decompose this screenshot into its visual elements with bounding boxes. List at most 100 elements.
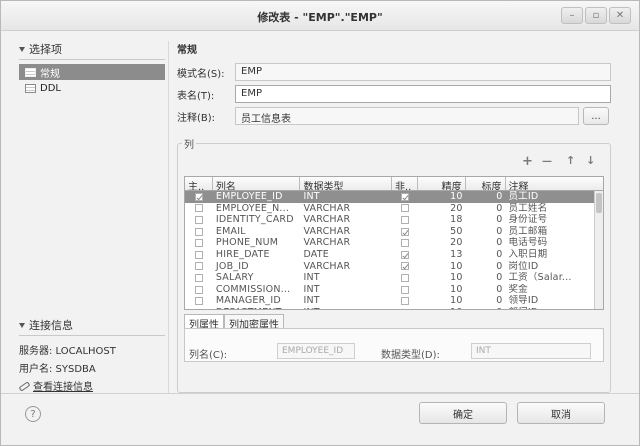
not-null-cell[interactable] xyxy=(392,204,418,213)
primary-key-cell[interactable] xyxy=(185,297,213,306)
primary-key-cell[interactable] xyxy=(185,204,213,213)
not-null-cell[interactable] xyxy=(392,239,418,248)
comment-cell[interactable]: 入职日期 xyxy=(505,249,603,261)
not-null-cell[interactable] xyxy=(392,215,418,224)
column-name-cell[interactable]: EMPLOYEE_N... xyxy=(213,203,301,215)
header-precision[interactable]: 精度 xyxy=(418,177,466,190)
precision-cell[interactable]: 10 xyxy=(418,191,466,203)
comment-cell[interactable]: 员工邮箱 xyxy=(505,226,603,238)
header-column-name[interactable]: 列名 xyxy=(213,177,301,190)
data-type-cell[interactable]: VARCHAR xyxy=(300,237,392,249)
primary-key-checkbox[interactable] xyxy=(194,227,203,236)
not-null-cell[interactable] xyxy=(392,273,418,282)
connection-section-header[interactable]: 连接信息 xyxy=(19,317,165,333)
scale-cell[interactable]: 0 xyxy=(466,307,506,309)
primary-key-cell[interactable] xyxy=(185,192,213,201)
scale-cell[interactable]: 0 xyxy=(466,295,506,307)
comment-cell[interactable]: 领导ID xyxy=(505,295,603,307)
not-null-checkbox[interactable] xyxy=(400,204,409,213)
scale-cell[interactable]: 0 xyxy=(466,214,506,226)
scale-cell[interactable]: 0 xyxy=(466,249,506,261)
primary-key-checkbox[interactable] xyxy=(194,204,203,213)
header-scale[interactable]: 标度 xyxy=(466,177,506,190)
comment-cell[interactable]: 工资（Salar... xyxy=(505,272,603,284)
not-null-cell[interactable] xyxy=(392,262,418,271)
scale-cell[interactable]: 0 xyxy=(466,237,506,249)
not-null-checkbox[interactable] xyxy=(400,273,409,282)
table-row[interactable]: DEPARTMENT...INT 100部门ID xyxy=(185,307,603,309)
table-row[interactable]: EMPLOYEE_N... VARCHAR 20 0 员工姓名 xyxy=(185,203,603,215)
precision-cell[interactable]: 18 xyxy=(418,214,466,226)
not-null-cell[interactable] xyxy=(392,285,418,294)
remove-column-icon[interactable]: — xyxy=(542,156,552,167)
not-null-checkbox[interactable] xyxy=(400,308,409,309)
scale-cell[interactable]: 0 xyxy=(466,226,506,238)
not-null-checkbox[interactable] xyxy=(400,192,409,201)
comment-cell[interactable]: 部门ID xyxy=(505,307,603,309)
not-null-checkbox[interactable] xyxy=(400,250,409,259)
view-connection-link[interactable]: 查看连接信息 xyxy=(19,376,165,394)
scrollbar-thumb[interactable] xyxy=(596,193,602,213)
scale-cell[interactable]: 0 xyxy=(466,272,506,284)
data-type-cell[interactable]: VARCHAR xyxy=(300,226,392,238)
primary-key-cell[interactable] xyxy=(185,250,213,259)
data-type-cell[interactable]: INT xyxy=(300,191,392,203)
data-type-cell[interactable]: INT xyxy=(300,307,392,309)
not-null-checkbox[interactable] xyxy=(400,227,409,236)
comment-cell[interactable]: 奖金 xyxy=(505,284,603,296)
primary-key-checkbox[interactable] xyxy=(194,273,203,282)
column-name-cell[interactable]: IDENTITY_CARD xyxy=(213,214,301,226)
table-row[interactable]: SALARY INT 10 0 工资（Salar... xyxy=(185,272,603,284)
primary-key-checkbox[interactable] xyxy=(194,262,203,271)
tab-column-properties[interactable]: 列属性 xyxy=(184,314,224,331)
minimize-icon[interactable]: – xyxy=(561,7,583,24)
primary-key-checkbox[interactable] xyxy=(194,192,203,201)
column-name-cell[interactable]: DEPARTMENT... xyxy=(213,307,301,309)
column-name-field[interactable]: EMPLOYEE_ID xyxy=(277,343,355,359)
scale-cell[interactable]: 0 xyxy=(466,261,506,273)
precision-cell[interactable]: 10 xyxy=(418,261,466,273)
not-null-checkbox[interactable] xyxy=(400,239,409,248)
header-data-type[interactable]: 数据类型 xyxy=(300,177,392,190)
move-down-icon[interactable]: ↓ xyxy=(586,154,595,167)
column-name-cell[interactable]: EMAIL xyxy=(213,226,301,238)
data-type-cell[interactable]: DATE xyxy=(300,249,392,261)
data-type-cell[interactable]: VARCHAR xyxy=(300,214,392,226)
primary-key-checkbox[interactable] xyxy=(194,285,203,294)
ok-button[interactable]: 确定 xyxy=(419,402,507,424)
data-type-cell[interactable]: INT xyxy=(300,284,392,296)
primary-key-cell[interactable] xyxy=(185,215,213,224)
not-null-checkbox[interactable] xyxy=(400,297,409,306)
table-row[interactable]: PHONE_NUM VARCHAR 20 0 电话号码 xyxy=(185,237,603,249)
comment-cell[interactable]: 员工ID xyxy=(505,191,603,203)
panel-splitter[interactable] xyxy=(168,41,169,393)
scale-cell[interactable]: 0 xyxy=(466,191,506,203)
not-null-checkbox[interactable] xyxy=(400,215,409,224)
precision-cell[interactable]: 10 xyxy=(418,295,466,307)
primary-key-cell[interactable] xyxy=(185,239,213,248)
header-primary-key[interactable]: 主.. xyxy=(185,177,213,190)
precision-cell[interactable]: 10 xyxy=(418,307,466,309)
table-row[interactable]: EMAIL VARCHAR 50 0 员工邮箱 xyxy=(185,226,603,238)
table-name-input[interactable]: EMP xyxy=(235,85,611,103)
comment-ellipsis-button[interactable]: ... xyxy=(583,107,609,125)
sidebar-item-ddl[interactable]: DDL xyxy=(19,80,165,96)
precision-cell[interactable]: 50 xyxy=(418,226,466,238)
column-name-cell[interactable]: EMPLOYEE_ID xyxy=(213,191,301,203)
scale-cell[interactable]: 0 xyxy=(466,284,506,296)
precision-cell[interactable]: 20 xyxy=(418,203,466,215)
precision-cell[interactable]: 10 xyxy=(418,284,466,296)
column-name-cell[interactable]: JOB_ID xyxy=(213,261,301,273)
maximize-icon[interactable]: ▫ xyxy=(585,7,607,24)
selection-section-header[interactable]: 选择项 xyxy=(19,41,165,57)
header-comment[interactable]: 注释 xyxy=(506,177,604,190)
not-null-checkbox[interactable] xyxy=(400,285,409,294)
table-row[interactable]: COMMISSION... INT 10 0 奖金 xyxy=(185,284,603,296)
precision-cell[interactable]: 20 xyxy=(418,237,466,249)
data-type-cell[interactable]: VARCHAR xyxy=(300,203,392,215)
column-name-cell[interactable]: MANAGER_ID xyxy=(213,295,301,307)
table-row[interactable]: IDENTITY_CARD VARCHAR 18 0 身份证号 xyxy=(185,214,603,226)
table-row[interactable]: EMPLOYEE_ID INT 10 0 员工ID xyxy=(185,191,603,203)
column-name-cell[interactable]: PHONE_NUM xyxy=(213,237,301,249)
tab-column-encryption[interactable]: 列加密属性 xyxy=(224,314,284,331)
